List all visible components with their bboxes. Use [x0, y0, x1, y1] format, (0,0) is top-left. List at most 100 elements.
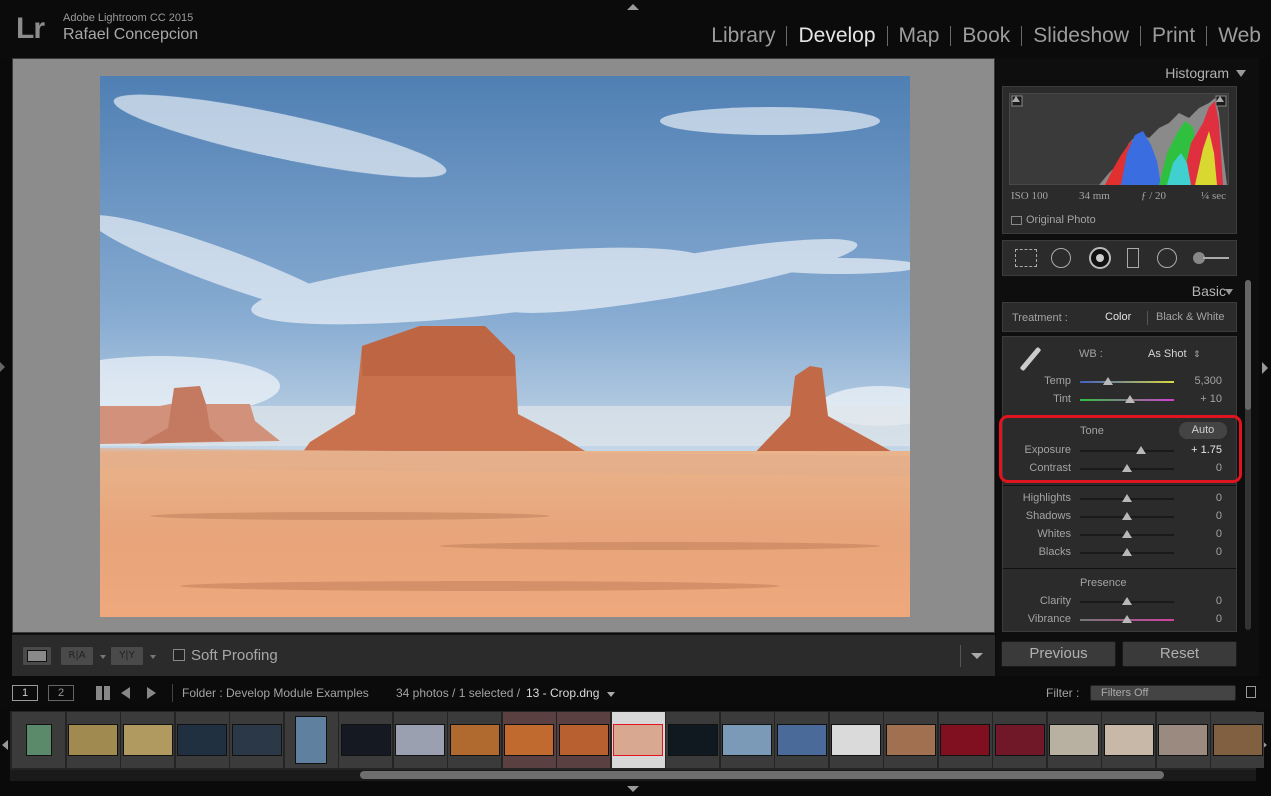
slider-knob[interactable]: [1122, 548, 1132, 556]
main-window-button[interactable]: 1: [12, 685, 38, 701]
filmstrip-thumbnail[interactable]: [393, 712, 447, 768]
current-file-name[interactable]: 13 - Crop.dng: [526, 686, 599, 700]
module-map[interactable]: Map: [888, 24, 951, 48]
bottom-panel-toggle-icon[interactable]: [627, 786, 639, 792]
dropdown-arrow-icon[interactable]: [100, 655, 106, 659]
temp-slider[interactable]: [1080, 377, 1174, 385]
filmstrip-thumbnail[interactable]: [611, 712, 665, 768]
filmstrip-thumbnail[interactable]: [448, 712, 501, 768]
red-eye-icon[interactable]: [1089, 247, 1111, 269]
histogram-title[interactable]: Histogram: [1165, 65, 1229, 81]
module-book[interactable]: Book: [951, 24, 1021, 48]
collapse-triangle-icon[interactable]: [1225, 289, 1233, 295]
tint-value[interactable]: + 10: [1200, 393, 1222, 405]
filmstrip-thumbnail[interactable]: [502, 712, 556, 768]
filmstrip-thumbnail[interactable]: [1047, 712, 1101, 768]
histogram-graph[interactable]: [1009, 93, 1229, 185]
filmstrip-thumbnail[interactable]: [1156, 712, 1210, 768]
filmstrip-thumbnail[interactable]: [775, 712, 828, 768]
highlights-value[interactable]: 0: [1216, 492, 1222, 504]
loupe-view-button[interactable]: [22, 646, 52, 666]
blacks-value[interactable]: 0: [1216, 546, 1222, 558]
filmstrip-left-arrow-icon[interactable]: [2, 740, 8, 750]
highlight-clipping-icon[interactable]: [1216, 96, 1224, 102]
slider-knob[interactable]: [1122, 512, 1132, 520]
original-photo-checkbox[interactable]: [1011, 216, 1022, 225]
filmstrip-thumbnail[interactable]: [938, 712, 992, 768]
back-arrow-icon[interactable]: [121, 687, 130, 699]
before-after-tb-button[interactable]: Y|Y: [110, 646, 144, 666]
filmstrip-thumbnail[interactable]: [284, 712, 338, 768]
slider-knob[interactable]: [1103, 377, 1114, 385]
eyedropper-icon[interactable]: [1015, 345, 1045, 375]
filmstrip-thumbnail[interactable]: [884, 712, 937, 768]
filmstrip-scroll-thumb[interactable]: [360, 771, 1164, 779]
filmstrip-thumbnail[interactable]: [1102, 712, 1155, 768]
filmstrip-thumbnail[interactable]: [230, 712, 283, 768]
file-dropdown-icon[interactable]: [607, 692, 615, 697]
soft-proofing-checkbox[interactable]: [173, 649, 185, 661]
filter-lock-icon[interactable]: [1246, 686, 1256, 698]
filmstrip-thumbnail[interactable]: [557, 712, 610, 768]
tint-slider[interactable]: [1080, 395, 1174, 403]
vibrance-value[interactable]: 0: [1216, 613, 1222, 625]
clarity-value[interactable]: 0: [1216, 595, 1222, 607]
reset-button[interactable]: Reset: [1122, 641, 1237, 667]
module-web[interactable]: Web: [1207, 24, 1261, 48]
module-slideshow[interactable]: Slideshow: [1022, 24, 1140, 48]
shadow-clipping-icon[interactable]: [1012, 96, 1020, 102]
temp-value[interactable]: 5,300: [1194, 375, 1222, 387]
wb-select[interactable]: As Shot: [1148, 348, 1187, 360]
secondary-window-button[interactable]: 2: [48, 685, 74, 701]
filmstrip-thumbnail[interactable]: [175, 712, 229, 768]
filmstrip-thumbnail[interactable]: [666, 712, 719, 768]
top-panel-toggle-icon[interactable]: [627, 4, 639, 10]
shadows-value[interactable]: 0: [1216, 510, 1222, 522]
collapse-triangle-icon[interactable]: [1236, 70, 1246, 77]
radial-filter-icon[interactable]: [1157, 248, 1177, 268]
blacks-slider[interactable]: [1080, 548, 1174, 556]
graduated-filter-icon[interactable]: [1127, 248, 1139, 268]
photo-preview[interactable]: [100, 76, 910, 617]
image-viewer[interactable]: [12, 58, 995, 633]
shadows-slider[interactable]: [1080, 512, 1174, 520]
crop-overlay-icon[interactable]: [1015, 249, 1037, 267]
module-develop[interactable]: Develop: [787, 24, 886, 48]
module-print[interactable]: Print: [1141, 24, 1206, 48]
slider-knob[interactable]: [1122, 597, 1132, 605]
source-folder[interactable]: Folder : Develop Module Examples: [182, 686, 369, 700]
basic-panel-title[interactable]: Basic: [1192, 283, 1226, 299]
slider-knob[interactable]: [1124, 395, 1135, 403]
filmstrip-thumbnail[interactable]: [121, 712, 174, 768]
slider-knob[interactable]: [1122, 494, 1132, 502]
filmstrip-thumbnail[interactable]: [1211, 712, 1264, 768]
toolbar-menu-icon[interactable]: [971, 653, 983, 659]
slider-knob[interactable]: [1122, 530, 1132, 538]
grid-view-icon[interactable]: [96, 686, 110, 700]
treatment-color-option[interactable]: Color: [1105, 311, 1131, 323]
before-after-lr-button[interactable]: R|A: [60, 646, 94, 666]
whites-slider[interactable]: [1080, 530, 1174, 538]
whites-value[interactable]: 0: [1216, 528, 1222, 540]
highlights-slider[interactable]: [1080, 494, 1174, 502]
previous-button[interactable]: Previous: [1001, 641, 1116, 667]
filmstrip-thumbnail[interactable]: [720, 712, 774, 768]
wb-chevron-icon[interactable]: ⇕: [1193, 350, 1201, 360]
spot-removal-icon[interactable]: [1051, 248, 1071, 268]
dropdown-arrow-icon[interactable]: [150, 655, 156, 659]
filmstrip-thumbnail[interactable]: [12, 712, 65, 768]
right-panel-toggle-icon[interactable]: [1262, 362, 1268, 374]
left-panel-toggle-icon[interactable]: [0, 362, 5, 372]
filter-select[interactable]: Filters Off: [1090, 685, 1236, 701]
forward-arrow-icon[interactable]: [147, 687, 156, 699]
scrollbar-thumb[interactable]: [1245, 280, 1251, 410]
module-library[interactable]: Library: [700, 24, 786, 48]
filmstrip-thumbnail[interactable]: [993, 712, 1046, 768]
filmstrip-thumbnail[interactable]: [339, 712, 392, 768]
clarity-slider[interactable]: [1080, 597, 1174, 605]
slider-knob[interactable]: [1122, 615, 1132, 623]
filmstrip-thumbnail[interactable]: [66, 712, 120, 768]
vibrance-slider[interactable]: [1080, 615, 1174, 623]
treatment-bw-option[interactable]: Black & White: [1156, 311, 1224, 323]
filmstrip-thumbnail[interactable]: [829, 712, 883, 768]
